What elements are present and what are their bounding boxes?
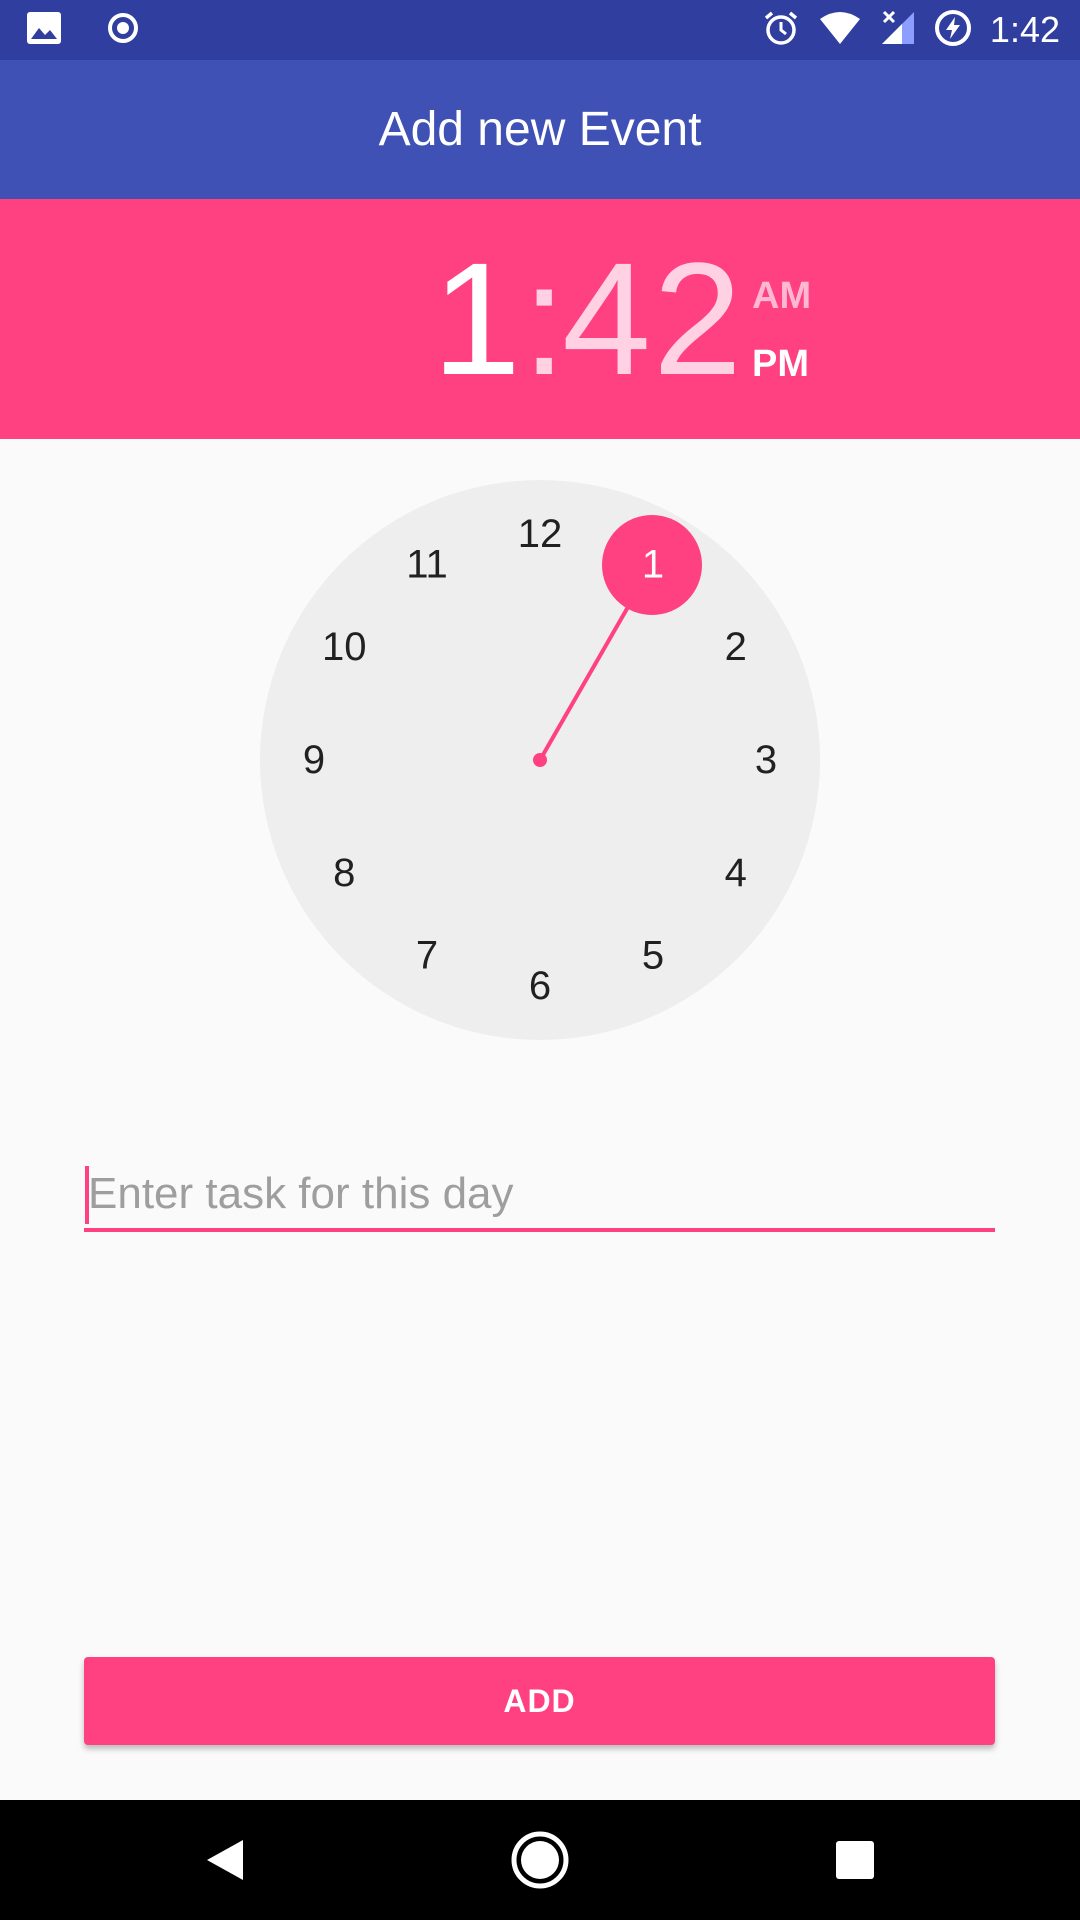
alarm-icon: [762, 9, 800, 52]
status-bar: 1:42: [0, 0, 1080, 60]
recents-button[interactable]: [775, 1800, 935, 1920]
dial-number-4[interactable]: 4: [725, 851, 747, 895]
back-icon: [207, 1840, 243, 1880]
dial-number-2[interactable]: 2: [725, 625, 747, 669]
task-input[interactable]: [84, 1160, 995, 1232]
add-button[interactable]: ADD: [84, 1657, 995, 1745]
status-bar-right: 1:42: [762, 8, 1060, 52]
status-bar-left: [26, 10, 140, 50]
time-header: 1 : 42 AM PM: [0, 199, 1080, 439]
dial-number-11[interactable]: 11: [406, 542, 448, 586]
dial-number-6[interactable]: 6: [529, 964, 551, 1008]
dial-number-1[interactable]: 1: [642, 542, 664, 586]
home-icon: [511, 1831, 569, 1889]
dial-number-3[interactable]: 3: [755, 738, 777, 782]
recents-icon: [836, 1841, 874, 1879]
wifi-icon: [818, 11, 862, 50]
pm-toggle[interactable]: PM: [752, 343, 809, 386]
navigation-bar: [0, 1800, 1080, 1920]
dial-number-9[interactable]: 9: [303, 738, 325, 782]
dial-number-8[interactable]: 8: [333, 851, 355, 895]
record-icon: [106, 11, 140, 50]
battery-charging-icon: [934, 9, 972, 52]
image-icon: [26, 11, 62, 50]
home-button[interactable]: [460, 1800, 620, 1920]
text-cursor: [85, 1166, 89, 1224]
clock-center-dot: [533, 753, 547, 767]
clock-dial[interactable]: 121234567891011: [0, 439, 1080, 1059]
hour-display[interactable]: 1: [432, 199, 523, 439]
am-toggle[interactable]: AM: [752, 275, 811, 318]
dial-number-10[interactable]: 10: [322, 625, 367, 669]
dial-number-12[interactable]: 12: [518, 512, 563, 556]
app-bar: Add new Event: [0, 60, 1080, 199]
signal-icon: [880, 10, 916, 51]
status-time: 1:42: [989, 9, 1060, 50]
back-button[interactable]: [145, 1800, 305, 1920]
dial-number-7[interactable]: 7: [416, 934, 438, 978]
page-title: Add new Event: [378, 103, 702, 156]
dial-number-5[interactable]: 5: [642, 934, 664, 978]
minute-display[interactable]: 42: [562, 199, 744, 439]
